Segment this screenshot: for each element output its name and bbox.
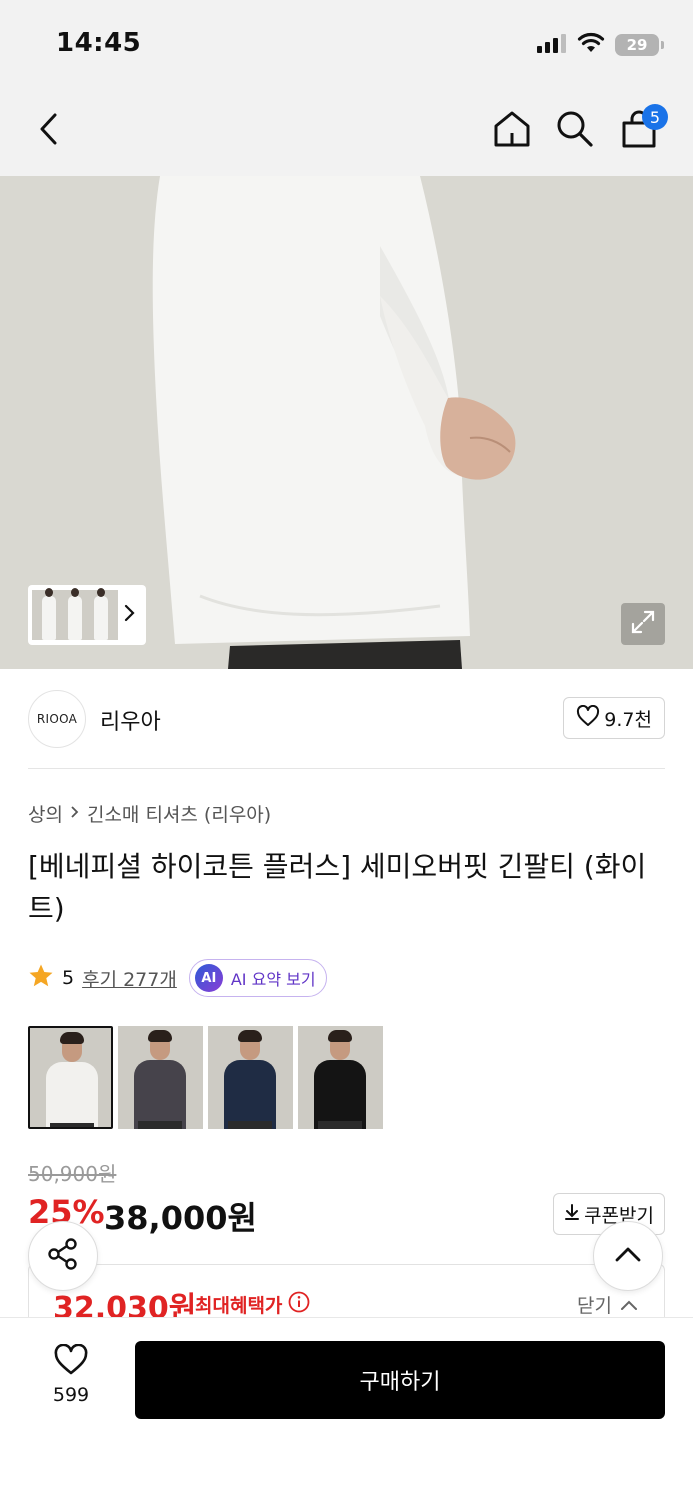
product-title: [베네피셜 하이코튼 플러스] 세미오버핏 긴팔티 (화이트) xyxy=(28,850,647,925)
home-button[interactable] xyxy=(487,106,537,156)
search-button[interactable] xyxy=(550,106,600,156)
chevron-up-icon xyxy=(614,1245,642,1267)
original-price: 50,900원 xyxy=(28,1162,117,1186)
chevron-right-icon xyxy=(69,803,81,825)
benefit-collapse-toggle[interactable]: 닫기 xyxy=(577,1291,638,1318)
status-icons: 29 xyxy=(537,32,664,58)
buy-button[interactable]: 구매하기 xyxy=(135,1341,665,1419)
max-benefit-panel: 32,030원 최대혜택가 닫기 xyxy=(28,1264,665,1326)
divider xyxy=(28,768,665,769)
max-benefit-label: 최대혜택가 xyxy=(195,1295,283,1317)
status-time: 14:45 xyxy=(56,28,142,58)
chevron-left-icon xyxy=(37,112,61,150)
chevron-up-icon xyxy=(620,1294,638,1316)
home-icon xyxy=(492,109,532,153)
ai-summary-label: AI 요약 보기 xyxy=(230,970,316,989)
color-swatch-white[interactable] xyxy=(28,1026,113,1129)
wishlist-count: 599 xyxy=(52,1384,90,1406)
color-swatch-charcoal[interactable] xyxy=(118,1026,203,1129)
wifi-icon xyxy=(577,32,605,58)
signal-icon xyxy=(537,33,567,57)
brand-logo[interactable]: RIOOA xyxy=(28,690,86,748)
breadcrumb: 상의 긴소매 티셔츠 (리우아) xyxy=(28,800,271,827)
bottom-action-bar: 599 구매하기 xyxy=(0,1317,693,1500)
product-main-image[interactable] xyxy=(0,176,693,669)
ai-summary-button[interactable]: AI AI 요약 보기 xyxy=(188,959,327,997)
back-button[interactable] xyxy=(24,106,74,156)
gallery-thumbnail[interactable] xyxy=(28,585,146,645)
wishlist-button[interactable]: 599 xyxy=(30,1343,112,1416)
buy-label: 구매하기 xyxy=(359,1370,441,1395)
review-count-link[interactable]: 후기 277개 xyxy=(82,965,177,992)
rating-row: 5 후기 277개 AI AI 요약 보기 xyxy=(28,958,327,998)
share-button[interactable] xyxy=(28,1221,98,1291)
sale-price: 38,000원 xyxy=(104,1199,257,1237)
breadcrumb-category[interactable]: 상의 xyxy=(28,800,63,827)
search-icon xyxy=(556,110,594,152)
status-bar: 14:45 29 xyxy=(0,0,693,86)
scroll-top-button[interactable] xyxy=(593,1221,663,1291)
ai-icon: AI xyxy=(194,964,223,992)
battery-level: 29 xyxy=(626,36,648,54)
breadcrumb-subcategory[interactable]: 긴소매 티셔츠 (리우아) xyxy=(87,800,271,827)
max-benefit-label-wrap: 최대혜택가 xyxy=(195,1291,310,1318)
chevron-right-icon xyxy=(122,603,136,627)
nav-bar: 5 xyxy=(0,86,693,176)
info-icon[interactable] xyxy=(288,1291,310,1318)
brand-logo-text: RIOOA xyxy=(36,712,78,726)
share-icon xyxy=(46,1237,80,1275)
brand-name[interactable]: 리우아 xyxy=(100,704,161,736)
cart-button[interactable]: 5 xyxy=(614,104,668,156)
color-swatches xyxy=(28,1026,383,1129)
cart-count-badge: 5 xyxy=(642,104,668,130)
brand-like-button[interactable]: 9.7천 xyxy=(563,697,665,739)
heart-icon xyxy=(53,1343,89,1380)
color-swatch-navy[interactable] xyxy=(208,1026,293,1129)
battery-icon: 29 xyxy=(615,34,664,56)
gallery-thumbnail-image xyxy=(32,588,118,640)
heart-icon xyxy=(576,704,600,732)
expand-icon xyxy=(630,609,656,639)
brand-row: RIOOA 리우아 9.7천 xyxy=(28,690,665,748)
color-swatch-black[interactable] xyxy=(298,1026,383,1129)
star-icon xyxy=(28,963,54,994)
download-icon xyxy=(564,1203,580,1226)
rating-score: 5 xyxy=(62,967,75,989)
collapse-label: 닫기 xyxy=(577,1295,612,1317)
expand-image-button[interactable] xyxy=(621,603,665,645)
brand-like-count: 9.7천 xyxy=(604,708,652,731)
